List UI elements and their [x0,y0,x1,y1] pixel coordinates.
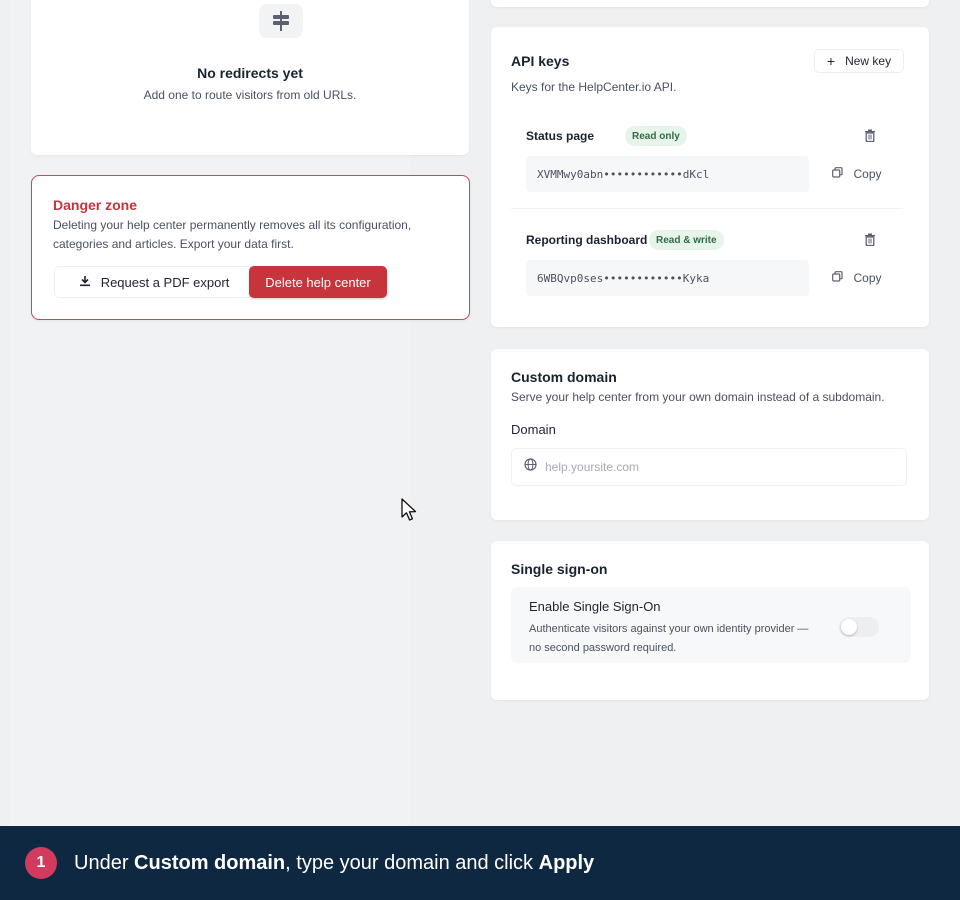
danger-zone-title: Danger zone [53,197,138,213]
instruction-text-part: Under [74,851,135,874]
api-key-name: Reporting dashboard [526,233,648,247]
custom-domain-subtitle: Serve your help center from your own dom… [511,390,885,404]
redirects-card: No redirects yet Add one to route visito… [31,0,469,155]
trash-icon[interactable] [864,233,876,251]
danger-zone-description: Deleting your help center permanently re… [53,218,412,251]
new-key-button[interactable]: + New key [814,49,904,73]
sso-toggle-label: Enable Single Sign-On [529,599,661,614]
plus-icon: + [826,53,836,69]
signpost-icon [259,4,303,38]
custom-domain-card: Custom domain Serve your help center fro… [491,349,929,520]
instruction-text: Under Custom domain, type your domain an… [74,852,594,875]
api-key-value: 6WBQvp0ses••••••••••••Kyka [526,260,809,296]
domain-field-label: Domain [511,422,556,437]
sso-setting-row: Enable Single Sign-On Authenticate visit… [511,587,911,663]
sso-toggle[interactable] [839,617,879,637]
api-key-value: XVMMwy0abn••••••••••••dKcl [526,156,809,192]
step-number-badge: 1 [25,847,57,879]
sso-title: Single sign-on [511,561,608,577]
globe-icon [524,458,537,476]
copy-label: Copy [853,167,882,181]
request-pdf-export-label: Request a PDF export [100,274,230,290]
api-key-row: Status page Read only XVMMwy0abn••••••••… [511,118,903,208]
domain-input[interactable] [545,460,885,474]
trash-icon[interactable] [864,129,876,147]
copy-label: Copy [853,271,882,285]
previous-card-bottom [491,0,929,7]
instruction-text-part: , type your domain and click [285,851,539,874]
copy-key-button[interactable]: Copy [817,260,897,296]
copy-icon [832,167,844,181]
copy-key-button[interactable]: Copy [817,156,897,192]
copy-icon [832,271,844,285]
row-divider [511,208,903,209]
instruction-highlight: Custom domain [134,851,286,874]
download-icon [79,275,91,290]
instruction-highlight: Apply [538,851,595,874]
api-key-row: Reporting dashboard Read & write 6WBQvp0… [511,222,903,312]
request-pdf-export-button[interactable]: Request a PDF export [54,266,254,298]
single-sign-on-card: Single sign-on Enable Single Sign-On Aut… [491,541,929,700]
api-key-name: Status page [526,129,595,143]
api-keys-title: API keys [511,53,570,69]
redirects-empty-subtitle: Add one to route visitors from old URLs. [143,88,357,102]
delete-help-center-button[interactable]: Delete help center [249,266,387,298]
redirects-empty-title: No redirects yet [197,65,303,81]
custom-domain-title: Custom domain [511,369,617,385]
new-key-label: New key [845,54,892,68]
danger-zone-card: Danger zone Deleting your help center pe… [31,175,470,320]
toggle-knob [841,619,857,635]
domain-field [511,448,907,486]
permission-badge: Read & write [649,230,724,250]
instruction-banner: 1 Under Custom domain, type your domain … [0,826,960,900]
sso-toggle-description: Authenticate visitors against your own i… [529,623,809,654]
permission-badge: Read only [625,126,687,146]
api-keys-card: API keys Keys for the HelpCenter.io API.… [491,27,929,327]
api-keys-subtitle: Keys for the HelpCenter.io API. [511,80,677,94]
mouse-cursor-icon [401,498,419,527]
